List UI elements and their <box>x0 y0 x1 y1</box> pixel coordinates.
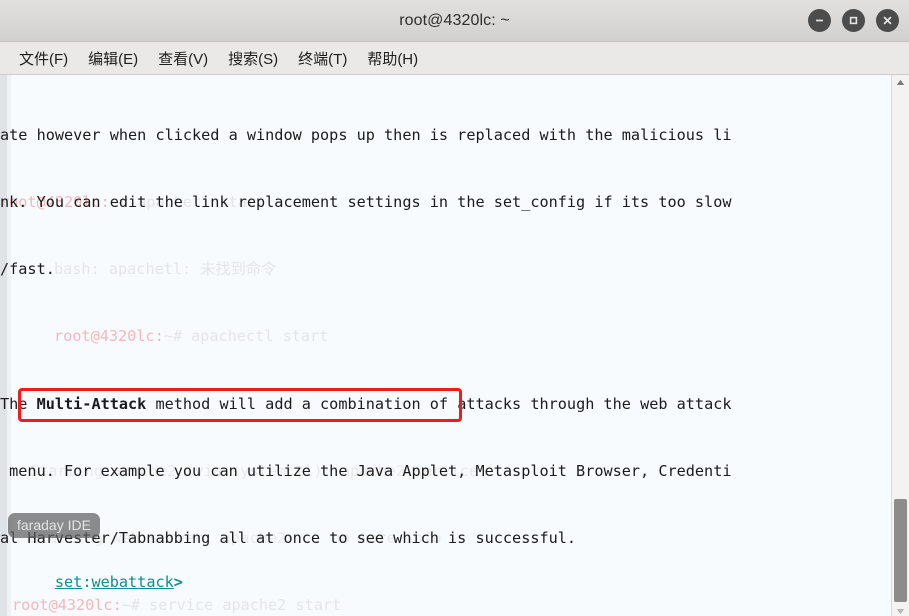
minimize-icon <box>816 19 823 22</box>
window-controls <box>808 0 899 41</box>
terminal-line: ate however when clicked a window pops u… <box>0 125 732 144</box>
prompt-context-set: set <box>54 573 83 592</box>
menu-item-search[interactable]: 搜索(S) <box>218 45 288 72</box>
menu-item-view[interactable]: 查看(V) <box>148 45 218 72</box>
terminal-line-suffix: method will add a combination of attacks… <box>146 394 732 413</box>
close-icon <box>883 16 892 25</box>
scroll-up-button[interactable] <box>892 75 909 89</box>
terminal-body[interactable]: root@4320lc:~# apachetl start bash: apac… <box>0 75 909 616</box>
menu-item-help[interactable]: 帮助(H) <box>357 45 428 72</box>
scroll-down-button[interactable] <box>892 604 909 616</box>
prompt-context-module: webattack <box>91 573 174 592</box>
terminal-line: The Multi-Attack method will add a combi… <box>0 393 892 415</box>
menu-item-file[interactable]: 文件(F) <box>9 45 78 72</box>
chevron-down-icon <box>896 608 905 614</box>
terminal-text-layer: ate however when clicked a window pops u… <box>0 75 892 616</box>
title-bar: root@4320lc: ~ <box>0 0 909 42</box>
close-button[interactable] <box>876 9 899 32</box>
maximize-icon <box>849 16 858 25</box>
chevron-up-icon <box>896 79 905 85</box>
window-title: root@4320lc: ~ <box>399 11 510 29</box>
faraday-ide-tooltip: faraday IDE <box>8 513 100 538</box>
terminal-line-emphasis: Multi-Attack <box>36 394 147 413</box>
terminal-line: al Harvester/Tabnabbing all at once to s… <box>0 529 577 548</box>
menu-item-terminal[interactable]: 终端(T) <box>288 45 357 72</box>
terminal-line: nk. You can edit the link replacement se… <box>0 193 732 212</box>
shell-prompt[interactable]: set:webattack> <box>0 549 183 616</box>
terminal-line-prefix: The <box>0 394 37 413</box>
menu-item-edit[interactable]: 编辑(E) <box>78 45 148 72</box>
minimize-button[interactable] <box>808 9 831 32</box>
menu-bar: 文件(F) 编辑(E) 查看(V) 搜索(S) 终端(T) 帮助(H) <box>0 42 909 75</box>
prompt-caret: > <box>173 573 183 592</box>
vertical-scrollbar[interactable] <box>891 75 909 616</box>
terminal-window: root@4320lc: ~ 文件(F) 编辑(E) 查看(V) 搜索(S) 终… <box>0 0 909 616</box>
terminal-line: /fast. <box>0 260 55 279</box>
terminal-line: menu. For example you can utilize the Ja… <box>0 461 732 480</box>
maximize-button[interactable] <box>842 9 865 32</box>
scrollbar-thumb[interactable] <box>894 498 907 602</box>
